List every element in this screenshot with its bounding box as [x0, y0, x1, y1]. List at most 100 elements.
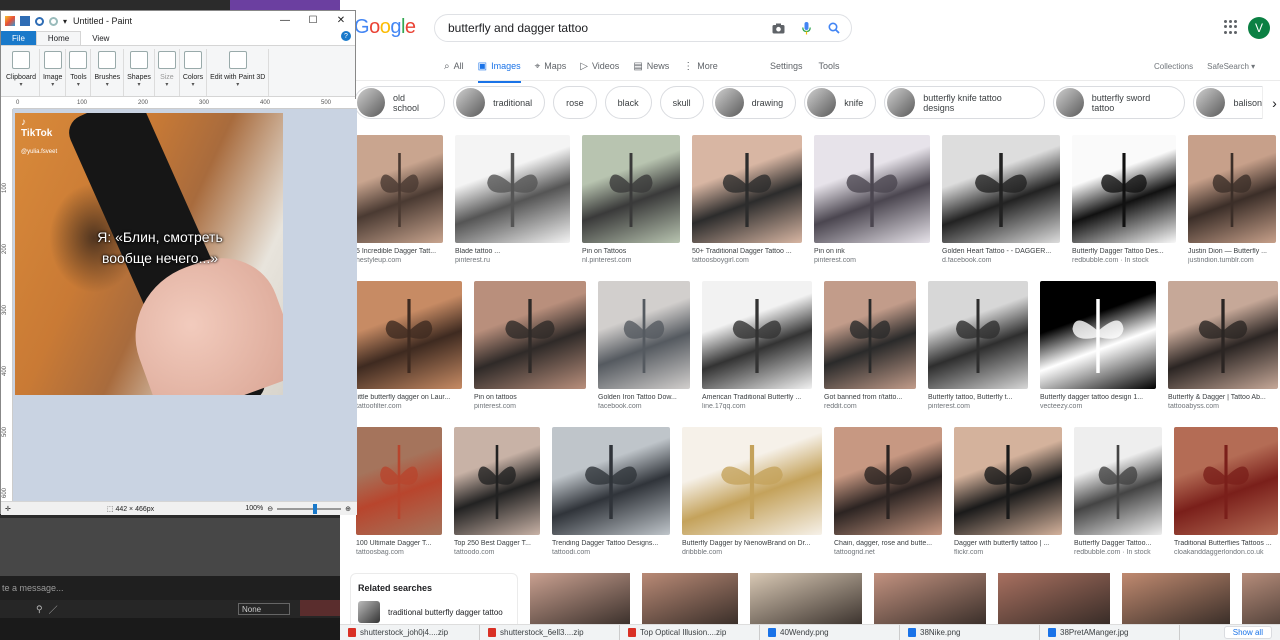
ribbon-edit-with-paint-3d[interactable]: Edit with Paint 3D ▾ — [207, 49, 270, 96]
chip-butterfly-knife-tattoo-designs[interactable]: butterfly knife tattoo designs — [884, 86, 1045, 119]
result-thumbnail[interactable] — [1072, 135, 1176, 243]
result-thumbnail[interactable] — [356, 135, 443, 243]
result-thumbnail[interactable] — [552, 427, 670, 535]
tab-news[interactable]: ▤ News — [633, 55, 669, 77]
canvas-image[interactable]: ♪ TikTok @yulia.fsveet Я: «Блин, смотреть… — [15, 113, 283, 395]
tab-all[interactable]: ⌕ All — [444, 55, 464, 77]
ribbon-shapes[interactable]: Shapes ▾ — [124, 49, 155, 96]
chip-black[interactable]: black — [604, 86, 652, 119]
result-thumbnail[interactable] — [954, 427, 1062, 535]
image-result[interactable]: Butterfly Dagger Tattoo... redbubble.com … — [1074, 427, 1162, 556]
result-thumbnail[interactable] — [682, 427, 822, 535]
ribbon-size[interactable]: Size ▾ — [155, 49, 180, 96]
ribbon-clipboard[interactable]: Clipboard ▾ — [3, 49, 40, 96]
download-item[interactable]: shutterstock_joh0j4....zip — [340, 624, 480, 640]
result-thumbnail[interactable] — [1168, 281, 1278, 389]
result-thumbnail[interactable] — [1040, 281, 1156, 389]
image-result[interactable]: little butterfly dagger on Laur... tattoo… — [356, 281, 462, 410]
chip-drawing[interactable]: drawing — [711, 86, 797, 119]
download-item[interactable]: Top Optical Illusion....zip — [620, 624, 760, 640]
image-result[interactable]: Butterfly dagger tattoo design 1... vecte… — [1040, 281, 1156, 410]
image-result[interactable]: Justin Dion — Butterfly ... justindion.tu… — [1188, 135, 1276, 264]
tab-view[interactable]: View — [81, 31, 120, 45]
image-result[interactable]: 5 Incredible Dagger Tatt... hestyleup.com — [356, 135, 443, 264]
tab-images[interactable]: ▣ Images — [477, 55, 521, 83]
download-item[interactable]: 38PretAManger.jpg — [1040, 624, 1180, 640]
person-icon[interactable]: ⚲ — [36, 604, 43, 615]
ribbon-colors[interactable]: Colors ▾ — [180, 49, 208, 96]
result-thumbnail[interactable] — [824, 281, 916, 389]
chip-skull[interactable]: skull — [659, 86, 704, 119]
result-thumbnail[interactable] — [454, 427, 540, 535]
ribbon-tools[interactable]: Tools ▾ — [66, 49, 92, 96]
avatar[interactable]: V — [1248, 17, 1270, 39]
zoom-in-button[interactable]: ⊕ — [345, 505, 351, 513]
none-select[interactable]: None — [238, 603, 290, 615]
customize-icon[interactable]: ▾ — [63, 17, 67, 26]
result-thumbnail[interactable] — [928, 281, 1028, 389]
chip-old-school[interactable]: old school — [354, 86, 446, 119]
maximize-button[interactable]: ☐ — [299, 11, 327, 29]
image-result[interactable]: Pin on ink pinterest.com — [814, 135, 930, 264]
image-result[interactable]: Blade tattoo ... pinterest.ru — [455, 135, 570, 264]
search-input[interactable]: butterfly and dagger tattoo — [448, 21, 767, 35]
tab-file[interactable]: File — [1, 31, 36, 45]
zoom-slider[interactable] — [277, 503, 342, 514]
tab-more[interactable]: ⋮ More — [683, 55, 718, 77]
minimize-button[interactable]: — — [271, 11, 299, 29]
image-result[interactable]: Pin on Tattoos nl.pinterest.com — [582, 135, 680, 264]
zoom-out-button[interactable]: ⊖ — [267, 505, 273, 513]
image-result[interactable]: Butterfly & Dagger | Tattoo Ab... tattooa… — [1168, 281, 1278, 410]
image-result[interactable]: Dagger with butterfly tattoo | ... flickr… — [954, 427, 1062, 556]
canvas-area[interactable]: ♪ TikTok @yulia.fsveet Я: «Блин, смотреть… — [13, 109, 357, 501]
image-result[interactable]: Butterfly Dagger by NienowBrand on Dr...… — [682, 427, 822, 556]
download-item[interactable]: 38Nike.png — [900, 624, 1040, 640]
image-result[interactable]: Golden Heart Tattoo - - DAGGER... d.faceb… — [942, 135, 1060, 264]
ribbon-image[interactable]: Image ▾ — [40, 49, 67, 96]
image-result[interactable]: 100 Ultimate Dagger T... tattoosbag.com — [356, 427, 442, 556]
google-logo[interactable]: Google — [354, 16, 416, 39]
close-button[interactable]: ✕ — [327, 11, 355, 29]
pen-icon[interactable]: ／ — [49, 603, 58, 616]
image-result[interactable]: Top 250 Best Dagger T... tattoodo.com — [454, 427, 540, 556]
microphone-icon[interactable] — [795, 17, 817, 39]
image-result[interactable]: American Traditional Butterfly ... line.1… — [702, 281, 812, 410]
image-result[interactable]: Pin on tattoos pinterest.com — [474, 281, 586, 410]
result-thumbnail[interactable] — [1188, 135, 1276, 243]
safesearch-dropdown[interactable]: SafeSearch ▾ — [1207, 62, 1255, 71]
result-thumbnail[interactable] — [1174, 427, 1278, 535]
tab-home[interactable]: Home — [35, 31, 82, 45]
result-thumbnail[interactable] — [582, 135, 680, 243]
download-item[interactable]: shutterstock_6ell3....zip — [480, 624, 620, 640]
image-result[interactable]: Butterfly tattoo, Butterfly t... pinteres… — [928, 281, 1028, 410]
result-thumbnail[interactable] — [356, 427, 442, 535]
save-icon[interactable] — [20, 16, 30, 26]
result-thumbnail[interactable] — [702, 281, 812, 389]
image-result[interactable]: Golden Iron Tattoo Dow... facebook.com — [598, 281, 690, 410]
chip-rose[interactable]: rose — [553, 86, 597, 119]
result-thumbnail[interactable] — [598, 281, 690, 389]
settings-link[interactable]: Settings — [770, 61, 803, 71]
image-result[interactable]: Trending Dagger Tattoo Designs... tattood… — [552, 427, 670, 556]
result-thumbnail[interactable] — [1074, 427, 1162, 535]
redo-icon[interactable] — [49, 16, 58, 26]
chip-butterfly-sword-tattoo[interactable]: butterfly sword tattoo — [1052, 86, 1186, 119]
tab-maps[interactable]: ⌖ Maps — [535, 55, 567, 77]
result-thumbnail[interactable] — [942, 135, 1060, 243]
camera-icon[interactable] — [767, 17, 789, 39]
chip-knife[interactable]: knife — [804, 86, 877, 119]
message-input[interactable]: te a message... — [0, 576, 340, 600]
result-thumbnail[interactable] — [834, 427, 942, 535]
related-search-item[interactable]: traditional butterfly dagger tattoo — [358, 601, 517, 623]
send-button[interactable] — [300, 600, 340, 616]
chip-traditional[interactable]: traditional — [453, 86, 546, 119]
image-result[interactable]: Chain, dagger, rose and butte... tattoogr… — [834, 427, 942, 556]
image-result[interactable]: 50+ Traditional Dagger Tattoo ... tattoos… — [692, 135, 802, 264]
tools-link[interactable]: Tools — [819, 61, 840, 71]
search-icon[interactable] — [823, 17, 845, 39]
result-thumbnail[interactable] — [474, 281, 586, 389]
show-all-button[interactable]: Show all — [1223, 626, 1272, 639]
image-result[interactable]: Got banned from r/tatto... reddit.com — [824, 281, 916, 410]
ribbon-brushes[interactable]: Brushes ▾ — [91, 49, 125, 96]
zoom-slider-handle[interactable] — [313, 503, 318, 514]
